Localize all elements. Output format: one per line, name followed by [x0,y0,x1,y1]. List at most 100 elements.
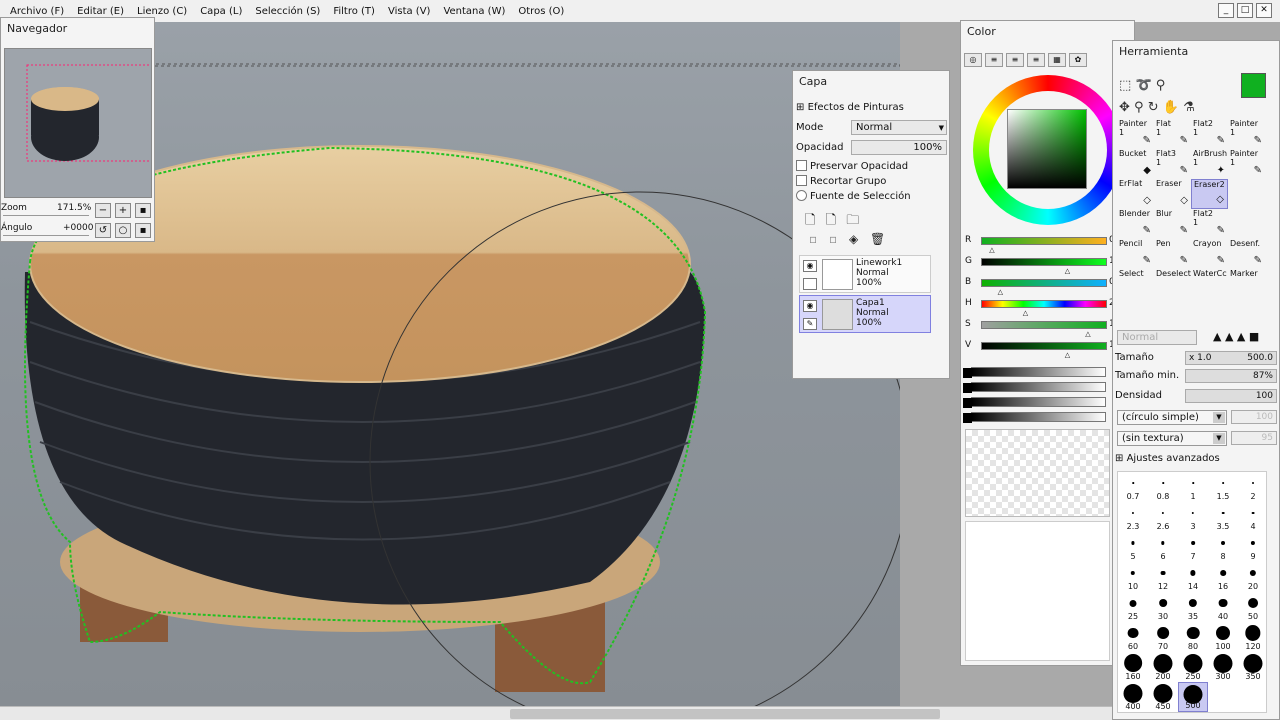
gray-slider-2[interactable] [963,382,1106,393]
brush-shape-select[interactable]: (círculo simple) ▼ [1117,410,1227,425]
brush-size-cell[interactable]: 350 [1238,652,1268,682]
zoom-out-button[interactable]: − [95,203,111,218]
move-icon[interactable]: ✥ [1119,100,1130,115]
trash-icon[interactable]: 🗑 [870,232,885,246]
brush-size-cell[interactable]: 160 [1118,652,1148,682]
menu-item[interactable]: Selección (S) [255,6,320,17]
saturation-value-square[interactable] [1007,109,1087,189]
new-folder-icon[interactable]: 🗀 [846,213,859,228]
tool-slot[interactable]: AirBrush 1 ✦ [1191,149,1228,179]
transfer-icon[interactable]: ▫ [829,232,837,246]
brush-tip-shapes[interactable]: ▲ ▲ ▲ ■ [1213,330,1259,343]
swatch-tab-icon[interactable]: ▦ [1048,53,1066,67]
brush-size-cell[interactable]: 14 [1178,562,1208,592]
rect-select-icon[interactable]: ⬚ [1119,78,1131,93]
brush-size-cell[interactable]: 25 [1118,592,1148,622]
tool-slot[interactable]: Painter 1 ✎ [1228,149,1265,179]
channel-slider[interactable]: △ [981,342,1107,359]
color-wheel[interactable] [973,75,1123,225]
horizontal-scrollbar[interactable] [0,706,1280,720]
tool-slot[interactable]: Flat2 1 ✎ [1191,119,1228,149]
copy-layer-icon[interactable]: ▫ [809,232,817,246]
brush-size-cell[interactable]: 12 [1148,562,1178,592]
paint-effects-toggle[interactable]: ⊞ Efectos de Pinturas [796,102,904,113]
menu-item[interactable]: Filtro (T) [333,6,375,17]
preserve-opacity-checkbox[interactable]: Preservar Opacidad [796,160,908,172]
brush-size-cell[interactable]: 0.7 [1118,472,1148,502]
brush-size-cell[interactable]: 70 [1148,622,1178,652]
brush-size-cell[interactable]: 250 [1178,652,1208,682]
brush-size-cell[interactable]: 0.8 [1148,472,1178,502]
tool-slot[interactable]: WaterCc [1191,269,1228,299]
brush-size-cell[interactable]: 2 [1238,472,1268,502]
brush-size-cell[interactable]: 2.3 [1118,502,1148,532]
tool-slot[interactable] [1228,209,1265,239]
brush-size-cell[interactable]: 2.6 [1148,502,1178,532]
magic-wand-icon[interactable]: ⚲ [1156,78,1166,93]
close-button[interactable]: ✕ [1256,3,1272,18]
brush-size-cell[interactable]: 40 [1208,592,1238,622]
rotate-right-button[interactable]: ▪ [135,223,151,238]
new-layer-icon[interactable]: 🗋 [805,213,815,228]
brush-size-cell[interactable]: 5 [1118,532,1148,562]
advanced-settings-toggle[interactable]: ⊞ Ajustes avanzados [1115,453,1220,464]
tool-slot[interactable]: Marker [1228,269,1265,299]
tool-slot[interactable]: Blender ✎ [1117,209,1154,239]
rotate-icon[interactable]: ↻ [1148,100,1159,115]
menu-item[interactable]: Vista (V) [388,6,430,17]
menu-item[interactable]: Editar (E) [77,6,124,17]
layer-item[interactable]: ◉ Linework1 Normal 100% [799,255,931,293]
tool-slot[interactable]: Flat 1 ✎ [1154,119,1191,149]
brush-size-cell[interactable]: 10 [1118,562,1148,592]
zoom-slider[interactable] [3,215,89,216]
clip-group-checkbox[interactable]: Recortar Grupo [796,175,886,187]
tool-slot[interactable]: Desenf. ✎ [1228,239,1265,269]
channel-slider[interactable]: △ [981,300,1107,317]
tool-slot[interactable]: Blur ✎ [1154,209,1191,239]
blend-select[interactable]: Normal [1117,330,1197,345]
minimize-button[interactable]: _ [1218,3,1234,18]
brush-size-cell[interactable]: 3.5 [1208,502,1238,532]
brush-size-cell[interactable]: 3 [1178,502,1208,532]
tool-slot[interactable]: Crayon ✎ [1191,239,1228,269]
brush-size-cell[interactable]: 20 [1238,562,1268,592]
channel-slider[interactable]: △ [981,279,1107,296]
current-color-swatch[interactable] [1241,73,1266,98]
brush-size-cell[interactable]: 300 [1208,652,1238,682]
gray-slider-3[interactable] [963,397,1106,408]
hand-icon[interactable]: ✋ [1163,100,1179,115]
new-linework-icon[interactable]: 🗋 [826,213,836,228]
menu-item[interactable]: Otros (O) [518,6,564,17]
rgb-tab-icon[interactable]: ≡ [985,53,1003,67]
lock-toggle[interactable] [803,278,817,290]
mode-select[interactable]: Normal ▼ [851,120,947,135]
min-size-slider[interactable]: 87% [1185,369,1277,383]
tool-slot[interactable]: Flat3 1 ✎ [1154,149,1191,179]
eye-icon[interactable]: ◉ [803,300,817,312]
tool-slot[interactable]: Bucket ◆ [1117,149,1154,179]
brush-size-cell[interactable]: 400 [1118,682,1148,712]
tool-slot[interactable]: Pen ✎ [1154,239,1191,269]
rotate-left-button[interactable]: ↺ [95,223,111,238]
scratch-tab-icon[interactable]: ✿ [1069,53,1087,67]
tool-slot[interactable]: Eraser ◇ [1154,179,1191,209]
brush-size-cell[interactable]: 100 [1208,622,1238,652]
tool-slot[interactable]: Select [1117,269,1154,299]
maximize-button[interactable]: □ [1237,3,1253,18]
brush-size-cell[interactable]: 8 [1208,532,1238,562]
eyedropper-icon[interactable]: ⚗ [1183,100,1195,115]
brush-size-cell[interactable]: 7 [1178,532,1208,562]
brush-size-cell[interactable]: 200 [1148,652,1178,682]
rotate-reset-button[interactable]: ○ [115,223,131,238]
navigator-preview[interactable] [4,48,152,198]
layer-item-selected[interactable]: ◉ ✎ Capa1 Normal 100% [799,295,931,333]
menu-item[interactable]: Lienzo (C) [137,6,187,17]
brush-size-cell[interactable]: 120 [1238,622,1268,652]
menu-item[interactable]: Archivo (F) [10,6,64,17]
brush-size-cell[interactable]: 450 [1148,682,1178,712]
menu-item[interactable]: Ventana (W) [443,6,505,17]
hsv-tab-icon[interactable]: ≡ [1006,53,1024,67]
tool-slot[interactable] [1228,179,1265,209]
tool-slot[interactable]: ErFlat ◇ [1117,179,1154,209]
menu-item[interactable]: Capa (L) [200,6,242,17]
